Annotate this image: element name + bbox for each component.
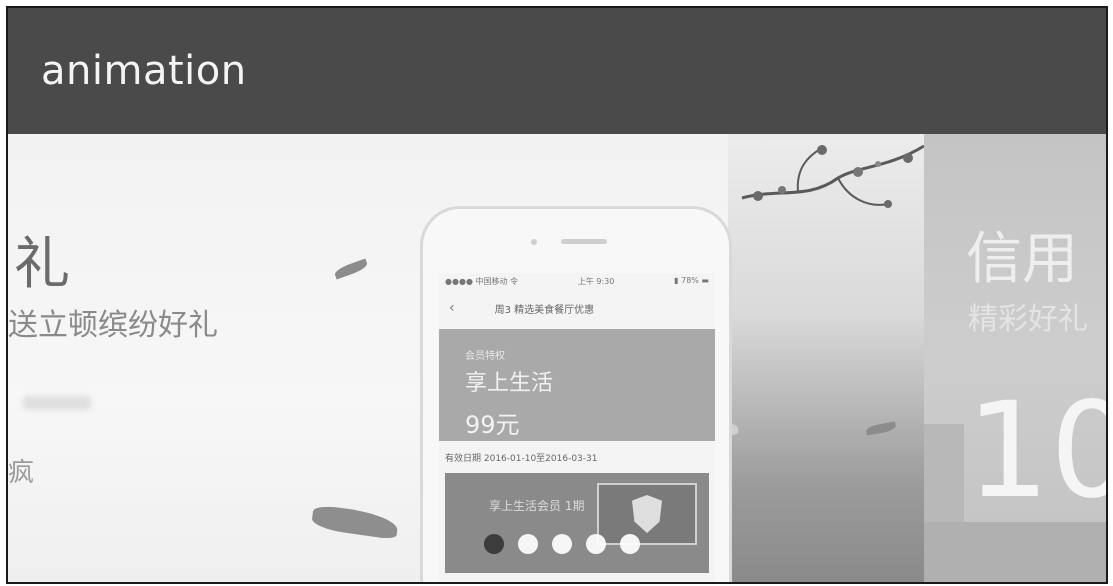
phone-nav-bar: ‹ 周3 精选美食餐厅优惠 bbox=[439, 295, 715, 321]
banner-price: 99元 bbox=[465, 411, 520, 439]
page-dot[interactable] bbox=[518, 534, 538, 554]
phone-status-bar: ●●●● 中国移动 令 上午 9:30 ▮ 78% ▬ bbox=[439, 273, 715, 287]
carousel-slide-current[interactable]: 礼 送立顿缤纷好礼 疯 ●●●● 中国移动 令 上午 9:30 ▮ 78% ▬ … bbox=[8, 134, 925, 582]
shoe-decoration bbox=[310, 504, 400, 540]
slide-footer bbox=[924, 522, 1106, 582]
app-window: animation 礼 送立顿缤纷好礼 疯 ●●●● 中国移动 令 上午 9:3… bbox=[6, 6, 1108, 584]
leaf-decoration bbox=[333, 258, 369, 280]
phone-speaker bbox=[561, 239, 607, 244]
slide-subline: 精彩好礼 bbox=[968, 302, 1088, 337]
coupon-title: 享上生活会员 1期 bbox=[489, 499, 585, 513]
branch-decoration bbox=[741, 144, 925, 208]
image-carousel[interactable]: 礼 送立顿缤纷好礼 疯 ●●●● 中国移动 令 上午 9:30 ▮ 78% ▬ … bbox=[8, 134, 1106, 582]
slide-number: 10 bbox=[966, 374, 1106, 528]
slide-blurred-text bbox=[22, 396, 92, 410]
banner-title: 享上生活 bbox=[465, 371, 554, 396]
banner-tag: 会员特权 bbox=[465, 351, 505, 362]
page-dot[interactable] bbox=[552, 534, 572, 554]
page-dot[interactable] bbox=[620, 534, 640, 554]
page-dot[interactable] bbox=[586, 534, 606, 554]
phone-nav-title: 周3 精选美食餐厅优惠 bbox=[494, 304, 595, 316]
back-icon: ‹ bbox=[449, 300, 455, 316]
page-dot[interactable] bbox=[484, 534, 504, 554]
shield-icon bbox=[632, 495, 662, 533]
status-time: 上午 9:30 bbox=[577, 277, 615, 286]
status-carrier: ●●●● 中国移动 令 bbox=[445, 277, 519, 286]
status-battery: ▮ 78% ▬ bbox=[674, 276, 709, 285]
coupon-card: 享上生活会员 1期 bbox=[445, 473, 709, 573]
slide-headline: 信用 bbox=[966, 227, 1078, 292]
app-title: animation bbox=[41, 48, 247, 94]
slide-small-text: 疯 bbox=[8, 458, 35, 488]
carousel-slide-next[interactable]: 信用 精彩好礼 10 bbox=[924, 134, 1106, 582]
page-indicator[interactable] bbox=[484, 534, 640, 554]
phone-mockup: ●●●● 中国移动 令 上午 9:30 ▮ 78% ▬ ‹ 周3 精选美食餐厅优… bbox=[420, 206, 732, 582]
promo-banner: 会员特权 享上生活 99元 bbox=[439, 329, 715, 441]
validity-text: 有效日期 2016-01-10至2016-03-31 bbox=[445, 454, 598, 464]
slide-headline: 礼 bbox=[14, 232, 70, 297]
app-bar: animation bbox=[8, 8, 1106, 134]
slide-subline: 送立顿缤纷好礼 bbox=[8, 308, 218, 343]
phone-camera bbox=[531, 239, 537, 245]
